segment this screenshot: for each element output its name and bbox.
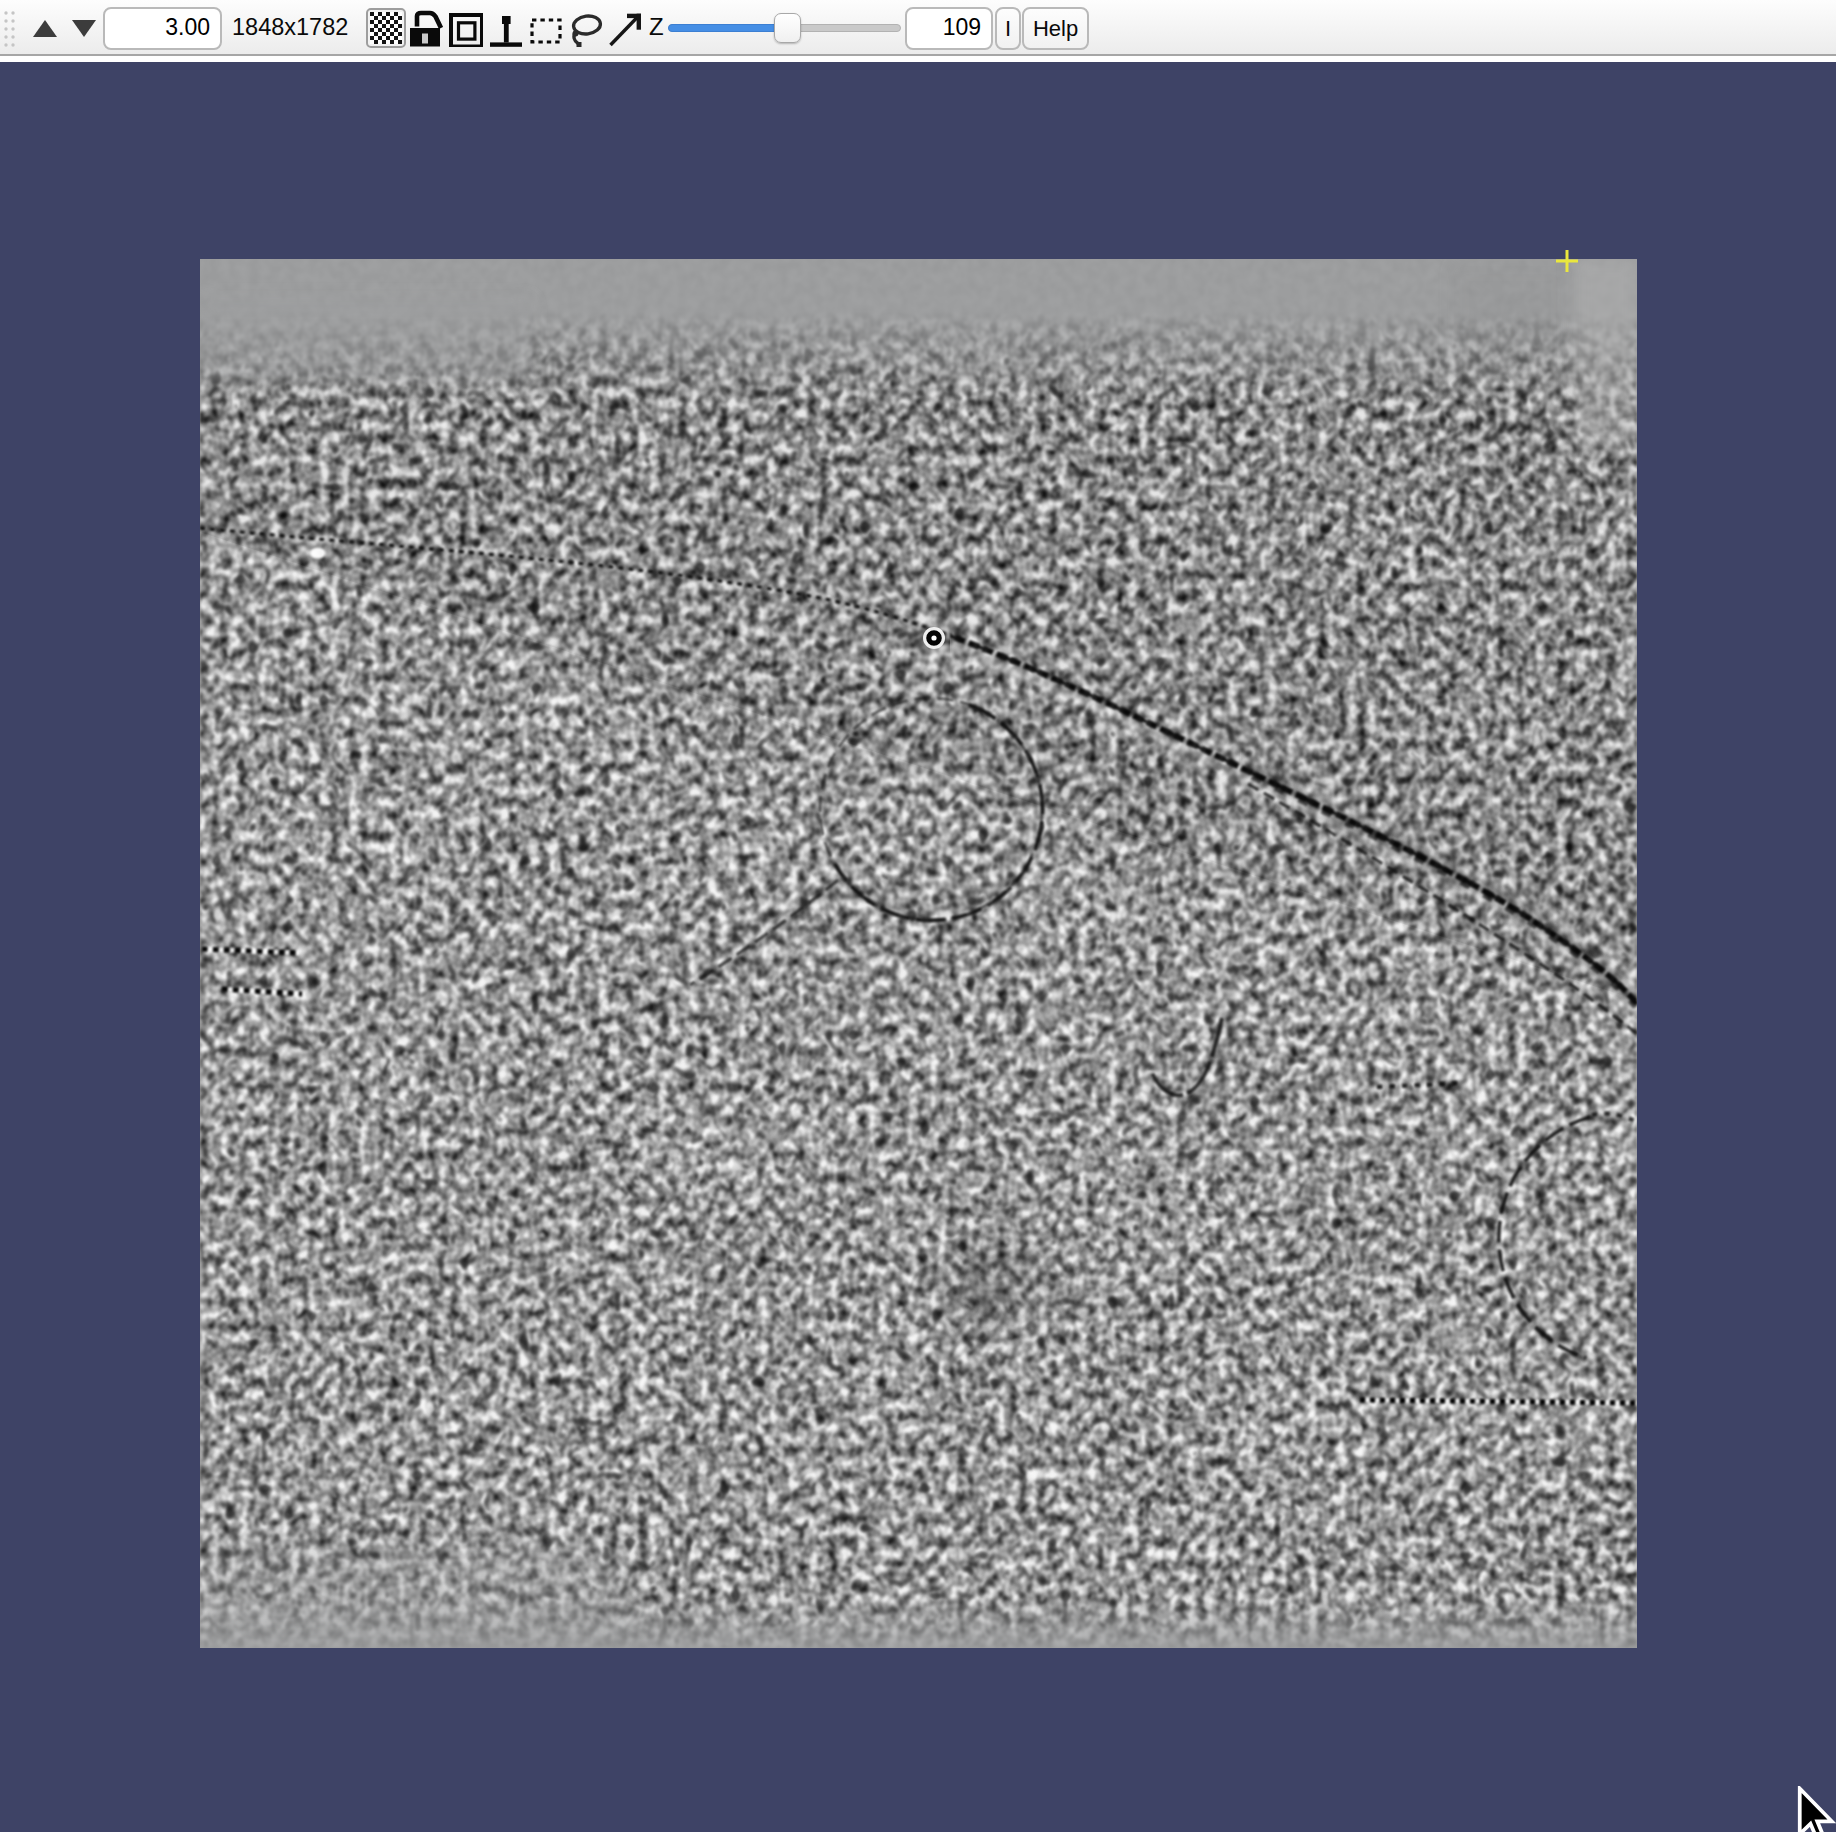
checkerboard-icon xyxy=(370,12,402,44)
em-tomogram-image[interactable] xyxy=(200,259,1637,1648)
slider-handle[interactable] xyxy=(774,13,801,43)
image-size-label: 1848x1782 xyxy=(232,0,348,56)
z-section-slider[interactable] xyxy=(668,0,901,56)
down-triangle-icon xyxy=(72,20,96,37)
lasso-toggle-button[interactable] xyxy=(566,0,608,56)
lasso-icon xyxy=(566,6,608,50)
help-button[interactable]: Help xyxy=(1022,7,1089,50)
section-input[interactable] xyxy=(905,7,993,50)
toolbar-drag-handle-icon[interactable] xyxy=(2,9,18,49)
slider-fill xyxy=(668,24,787,32)
insert-marker-icon xyxy=(487,8,525,48)
up-triangle-icon xyxy=(33,20,57,37)
unlocked-padlock-icon xyxy=(407,9,443,47)
zoom-up-button[interactable] xyxy=(30,0,60,56)
northeast-arrow-icon xyxy=(609,8,647,48)
dashed-rectangle-icon xyxy=(529,9,565,47)
toolbar: 1848x1782 xyxy=(0,0,1836,56)
square-in-square-icon xyxy=(447,9,483,47)
arrow-toggle-button[interactable] xyxy=(608,0,648,56)
info-button[interactable]: I xyxy=(995,7,1021,50)
zoom-down-button[interactable] xyxy=(69,0,99,56)
z-slider-label: Z xyxy=(649,0,664,56)
lock-toggle-button[interactable] xyxy=(406,0,444,56)
center-toggle-button[interactable] xyxy=(446,0,484,56)
insert-toggle-button[interactable] xyxy=(486,0,526,56)
highres-toggle-button[interactable] xyxy=(366,8,406,48)
zoom-input[interactable] xyxy=(103,7,222,50)
rubberband-toggle-button[interactable] xyxy=(528,0,566,56)
